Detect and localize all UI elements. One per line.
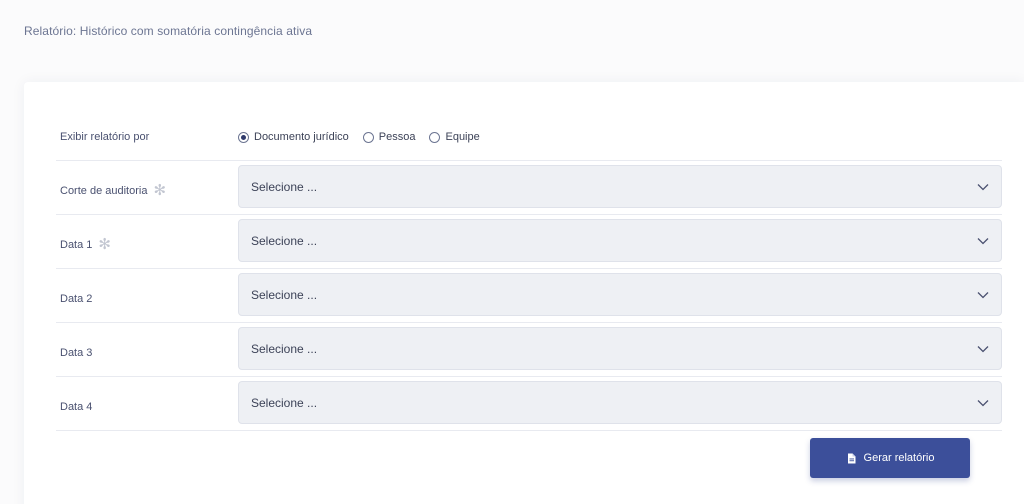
form-actions: Gerar relatório: [810, 438, 970, 478]
required-asterisk-icon: ✻: [98, 236, 111, 253]
data-2-select[interactable]: Selecione ...: [238, 273, 1002, 316]
generate-report-button[interactable]: Gerar relatório: [810, 438, 970, 478]
select-value: Selecione ...: [251, 287, 318, 302]
field-label: Corte de auditoria ✻: [56, 179, 238, 199]
chevron-down-icon: [977, 181, 989, 193]
report-form: Exibir relatório por Documento jurídico …: [56, 114, 1002, 431]
radio-equipe[interactable]: Equipe: [429, 131, 480, 143]
data-4-select[interactable]: Selecione ...: [238, 381, 1002, 424]
corte-auditoria-select[interactable]: Selecione ...: [238, 165, 1002, 208]
field-label-text: Data 2: [60, 292, 93, 305]
page: Relatório: Histórico com somatória conti…: [0, 0, 1024, 504]
field-label: Data 3: [56, 341, 238, 359]
select-value: Selecione ...: [251, 341, 318, 356]
radio-documento-juridico[interactable]: Documento jurídico: [238, 131, 349, 143]
select-value: Selecione ...: [251, 395, 318, 410]
radio-label: Pessoa: [378, 131, 416, 143]
field-label-text: Corte de auditoria: [60, 184, 148, 197]
field-label-text: Data 4: [60, 400, 93, 413]
radio-unchecked-icon[interactable]: [429, 131, 441, 143]
radio-label: Equipe: [445, 131, 480, 143]
field-label: Data 1 ✻: [56, 233, 238, 253]
display-by-row: Exibir relatório por Documento jurídico …: [56, 114, 1002, 161]
field-label-text: Data 1: [60, 238, 93, 251]
radio-unchecked-icon[interactable]: [362, 131, 374, 143]
field-row-corte-auditoria: Corte de auditoria ✻ Selecione ...: [56, 161, 1002, 215]
report-form-card: Exibir relatório por Documento jurídico …: [24, 82, 1024, 504]
document-icon: [846, 453, 857, 464]
radio-pessoa[interactable]: Pessoa: [362, 131, 416, 143]
radio-checked-icon[interactable]: [238, 131, 249, 143]
field-row-data-4: Data 4 Selecione ...: [56, 377, 1002, 431]
generate-report-label: Gerar relatório: [863, 452, 935, 464]
select-value: Selecione ...: [251, 179, 318, 194]
select-value: Selecione ...: [251, 233, 318, 248]
display-by-label: Exibir relatório por: [60, 131, 150, 143]
field-label-text: Data 3: [60, 346, 93, 359]
radio-label: Documento jurídico: [254, 131, 349, 143]
field-label: Data 4: [56, 395, 238, 413]
field-row-data-2: Data 2 Selecione ...: [56, 269, 1002, 323]
chevron-down-icon: [977, 235, 989, 247]
chevron-down-icon: [977, 343, 989, 355]
page-title: Relatório: Histórico com somatória conti…: [24, 24, 313, 38]
chevron-down-icon: [977, 397, 989, 409]
field-row-data-1: Data 1 ✻ Selecione ...: [56, 215, 1002, 269]
data-3-select[interactable]: Selecione ...: [238, 327, 1002, 370]
required-asterisk-icon: ✻: [153, 182, 167, 199]
field-label: Data 2: [56, 287, 238, 305]
display-by-radio-group: Documento jurídico Pessoa Equipe: [238, 131, 494, 143]
data-1-select[interactable]: Selecione ...: [238, 219, 1002, 262]
chevron-down-icon: [977, 289, 989, 301]
field-row-data-3: Data 3 Selecione ...: [56, 323, 1002, 377]
